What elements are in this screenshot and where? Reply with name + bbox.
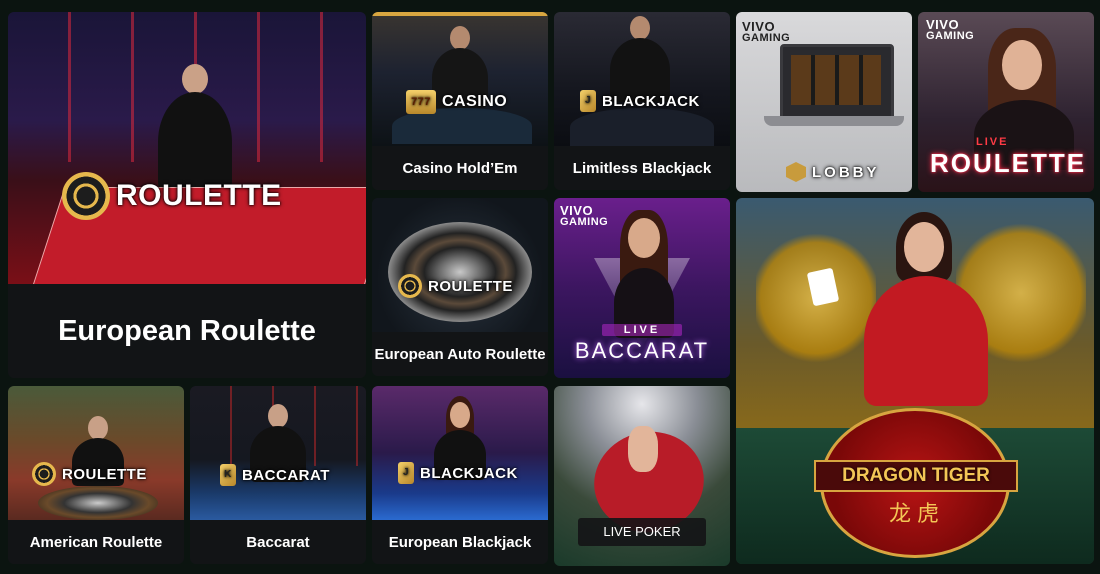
roulette-wheel-icon	[398, 274, 422, 298]
live-badge: LIVE	[602, 324, 682, 336]
tile-art	[8, 386, 184, 520]
logo-text: BLACKJACK	[420, 464, 518, 482]
live-badge: LIVE	[976, 136, 1009, 148]
tile-art	[372, 12, 548, 146]
dealer-head	[182, 64, 208, 94]
tile-caption: Casino Hold’Em	[372, 146, 548, 190]
playing-card-icon: J	[580, 90, 596, 112]
logo-text: LOBBY	[812, 163, 880, 181]
tile-caption: Limitless Blackjack	[554, 146, 730, 190]
blackjack-logo: J BLACKJACK	[398, 462, 518, 484]
roulette-title: ROULETTE	[930, 148, 1087, 178]
roulette-wheel-icon	[32, 462, 56, 486]
casino-logo: 777 CASINO	[406, 90, 507, 114]
vivo-gaming-logo: VIVO GAMING	[926, 17, 975, 42]
logo-text: ROULETTE	[428, 277, 513, 295]
laptop-base	[764, 116, 904, 126]
tile-caption: European Auto Roulette	[372, 332, 548, 376]
dealer-head	[268, 404, 288, 428]
tile-european-roulette[interactable]: ROULETTE European Roulette	[8, 12, 366, 378]
baccarat-logo: K BACCARAT	[220, 464, 330, 486]
table-edge	[570, 108, 714, 146]
tile-european-blackjack[interactable]: J BLACKJACK European Blackjack	[372, 386, 548, 564]
tile-art	[372, 198, 548, 332]
tile-art	[554, 12, 730, 146]
tile-caption: European Blackjack	[372, 520, 548, 564]
dealer-head	[450, 26, 470, 50]
dealer-head	[630, 16, 650, 40]
lobby-label: LOBBY	[786, 162, 880, 182]
roulette-logo: ROULETTE	[398, 274, 513, 298]
playing-card-icon: J	[398, 462, 414, 484]
roulette-wheel-icon	[62, 172, 110, 220]
dealer-face	[904, 222, 944, 272]
tile-live-baccarat[interactable]: VIVO GAMING LIVE BACCARAT	[554, 198, 730, 378]
tile-live-roulette[interactable]: VIVO GAMING LIVE ROULETTE	[918, 12, 1094, 192]
logo-text: CASINO	[442, 93, 508, 110]
blackjack-logo: J BLACKJACK	[580, 90, 700, 112]
tile-casino-holdem[interactable]: 777 CASINO Casino Hold’Em	[372, 12, 548, 190]
tile-live-poker[interactable]: LIVE POKER	[554, 386, 730, 566]
tile-caption: European Roulette	[8, 284, 366, 378]
dealer-head	[88, 416, 108, 440]
roulette-wheel	[388, 222, 532, 322]
dealer-body	[864, 276, 988, 406]
roulette-logo: ROULETTE	[62, 172, 282, 220]
dealer-face	[1002, 40, 1042, 90]
tile-vivo-lobby[interactable]: VIVO GAMING LOBBY	[736, 12, 912, 192]
lobby-icon	[786, 162, 806, 182]
dealer-face	[450, 402, 470, 428]
roulette-wheel	[38, 486, 158, 520]
slot-777-icon: 777	[406, 90, 436, 114]
baccarat-title: BACCARAT	[574, 338, 710, 363]
playing-card-icon: K	[220, 464, 236, 486]
tile-art	[190, 386, 366, 520]
dealer-hand	[628, 426, 658, 472]
tile-european-auto-roulette[interactable]: ROULETTE European Auto Roulette	[372, 198, 548, 376]
tile-dragon-tiger[interactable]: DRAGON TIGER 龙 虎	[736, 198, 1094, 564]
chinese-title: 龙 虎	[888, 501, 940, 526]
tile-baccarat[interactable]: K BACCARAT Baccarat	[190, 386, 366, 564]
logo-text: ROULETTE	[116, 179, 282, 212]
tile-caption: American Roulette	[8, 520, 184, 564]
dealer-face	[628, 218, 660, 258]
vivo-gaming-logo: VIVO GAMING	[560, 203, 609, 228]
vivo-gaming-logo: VIVO GAMING	[742, 19, 791, 44]
dragon-tiger-title: DRAGON TIGER	[814, 460, 1018, 492]
game-grid: ROULETTE European Roulette 777 CASINO Ca…	[0, 0, 1100, 574]
live-poker-label: LIVE POKER	[578, 518, 706, 546]
tile-caption: Baccarat	[190, 520, 366, 564]
roulette-logo: ROULETTE	[32, 462, 147, 486]
tile-art	[8, 12, 366, 289]
tile-american-roulette[interactable]: ROULETTE American Roulette	[8, 386, 184, 564]
logo-text: BLACKJACK	[602, 92, 700, 110]
laptop-screen	[780, 44, 894, 120]
tile-art	[372, 386, 548, 520]
logo-text: BACCARAT	[242, 466, 330, 484]
logo-text: ROULETTE	[62, 465, 147, 483]
tile-limitless-blackjack[interactable]: J BLACKJACK Limitless Blackjack	[554, 12, 730, 190]
